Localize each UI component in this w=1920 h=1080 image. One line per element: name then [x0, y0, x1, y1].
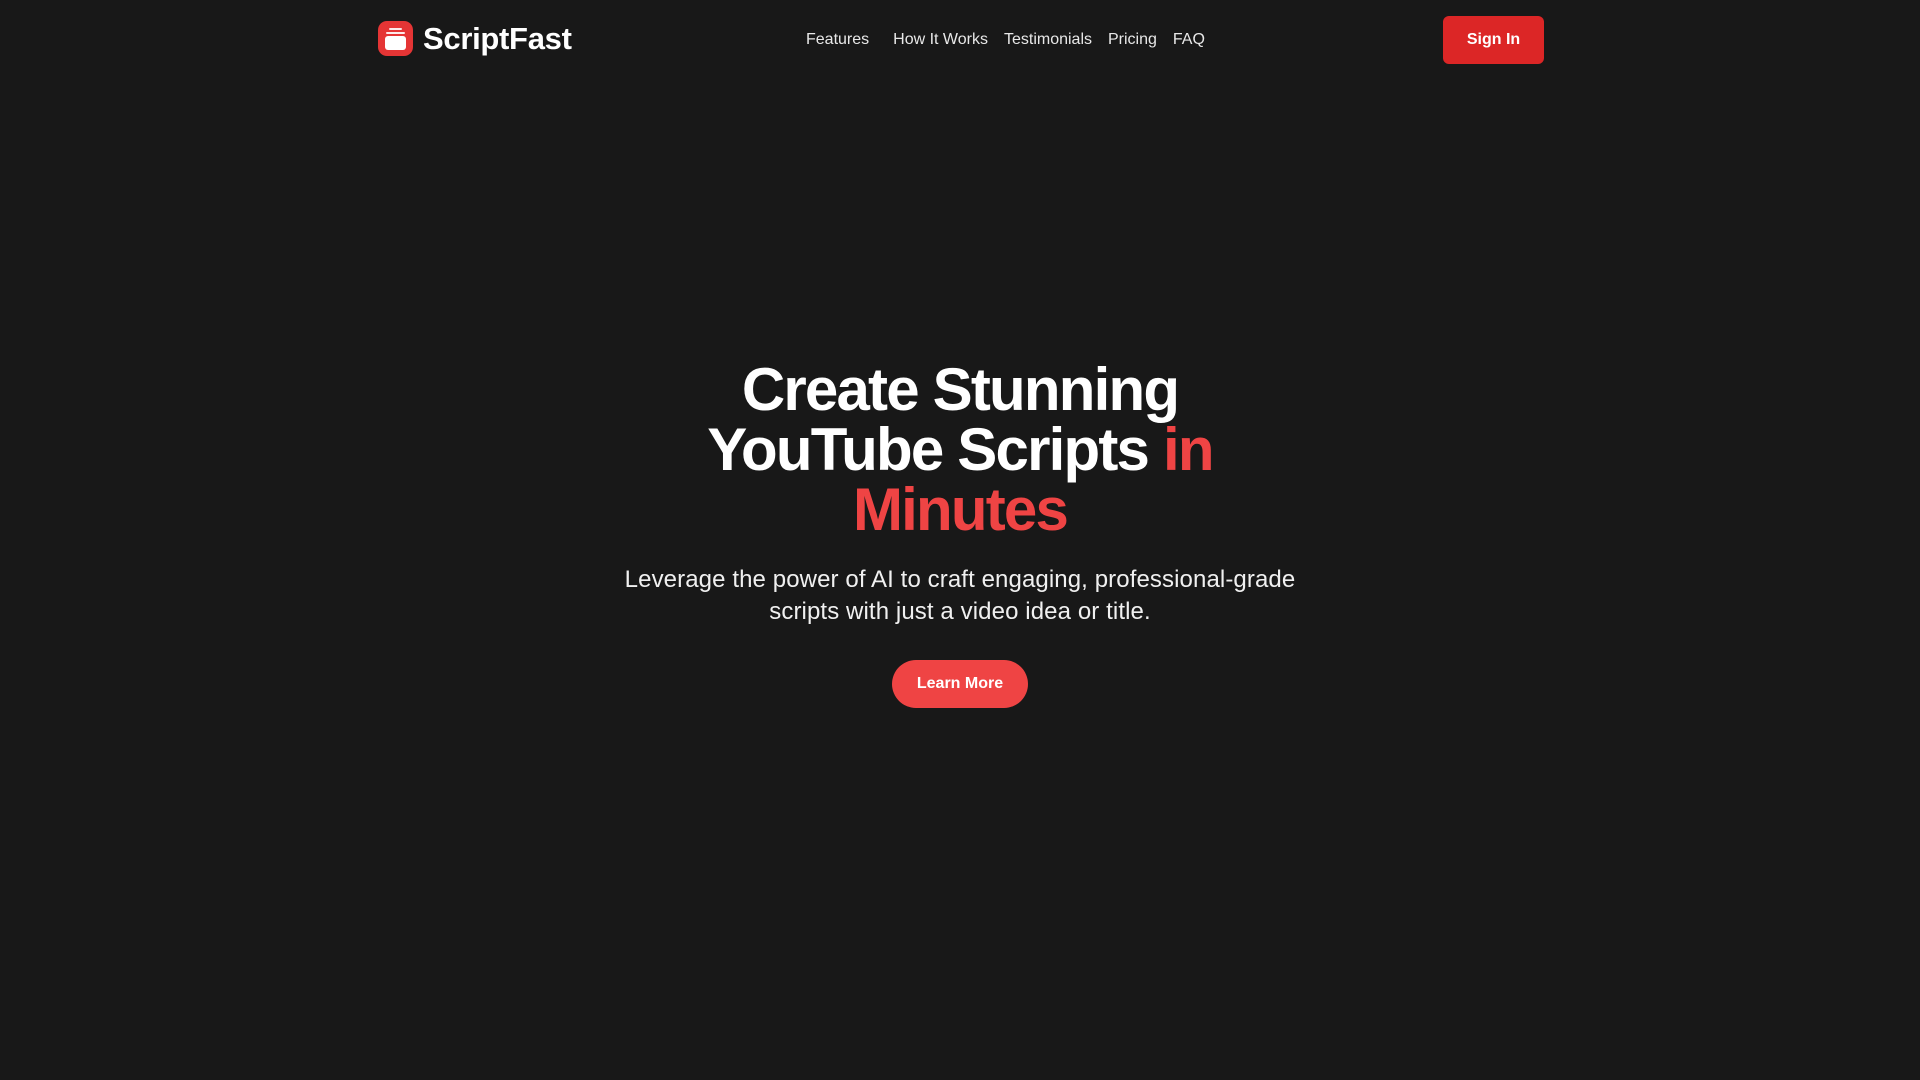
- hero-title-main: Create Stunning YouTube Scripts: [707, 356, 1180, 483]
- main-nav: Features How It Works Testimonials Prici…: [806, 30, 1205, 50]
- nav-link-testimonials[interactable]: Testimonials: [1004, 30, 1092, 50]
- brand-home-link[interactable]: ScriptFast: [378, 21, 572, 56]
- sign-in-button[interactable]: Sign In: [1443, 16, 1544, 64]
- learn-more-button[interactable]: Learn More: [892, 660, 1028, 708]
- logo-line-top: [389, 28, 402, 30]
- brand-name: ScriptFast: [423, 21, 572, 56]
- nav-link-faq[interactable]: FAQ: [1173, 30, 1205, 50]
- hero-section: Create Stunning YouTube Scripts in Minut…: [0, 360, 1920, 708]
- nav-link-features[interactable]: Features: [806, 30, 869, 50]
- hero-subtitle: Leverage the power of AI to craft engagi…: [624, 566, 1296, 625]
- logo-line-middle: [386, 32, 405, 34]
- site-header: ScriptFast Features How It Works Testimo…: [0, 0, 1920, 80]
- hero-title: Create Stunning YouTube Scripts in Minut…: [650, 360, 1270, 540]
- nav-link-how-it-works[interactable]: How It Works: [893, 30, 988, 50]
- nav-link-pricing[interactable]: Pricing: [1108, 30, 1157, 50]
- stacked-cards-icon: [378, 21, 413, 56]
- logo-card: [385, 36, 406, 50]
